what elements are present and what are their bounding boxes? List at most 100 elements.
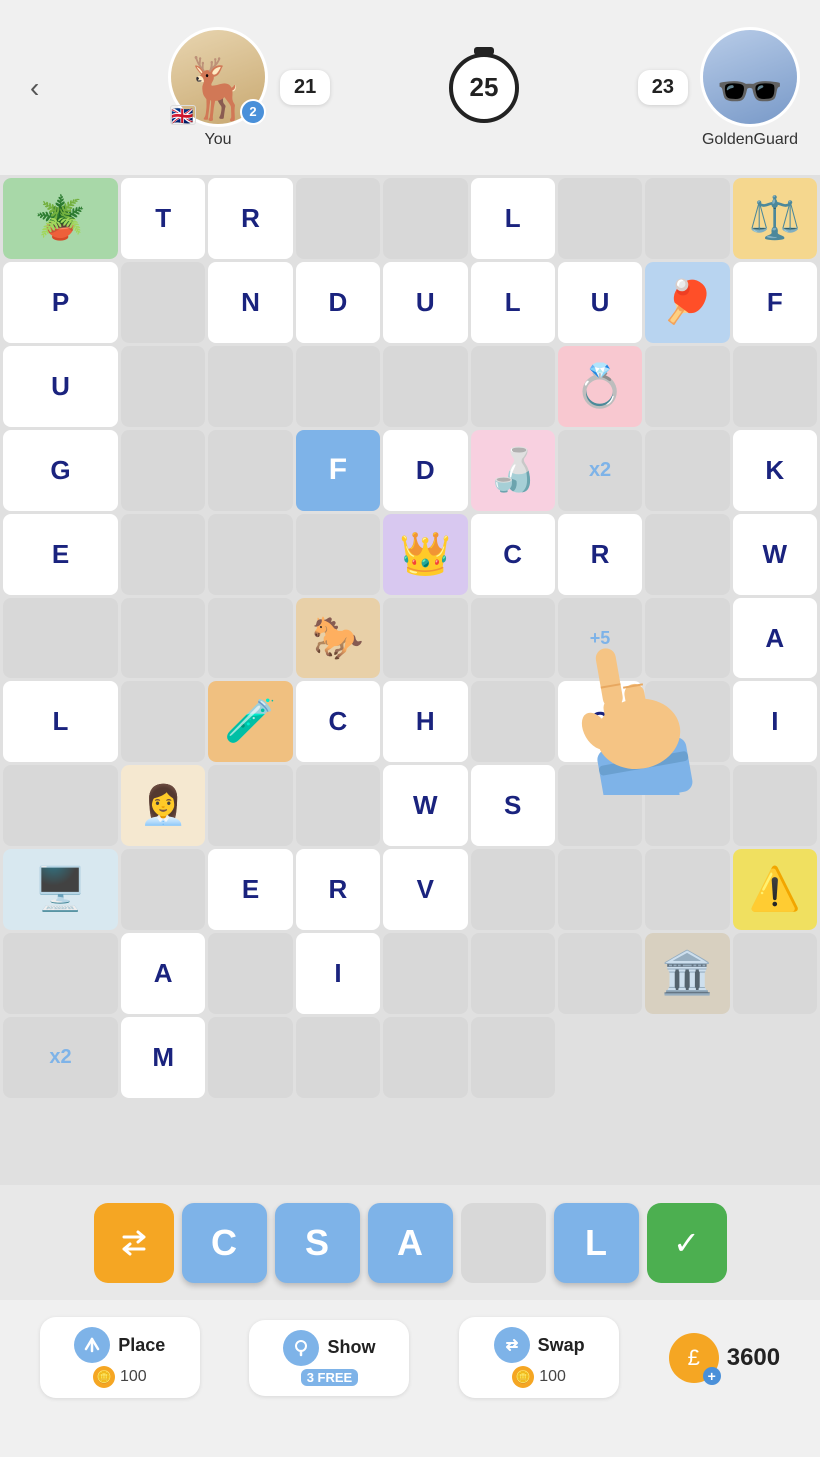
- cell-3-8[interactable]: [471, 346, 555, 427]
- tray-slot-empty[interactable]: [461, 1203, 546, 1283]
- cell-4-5[interactable]: [121, 430, 205, 511]
- cell-10-7[interactable]: [558, 849, 642, 930]
- cell-6-2[interactable]: C: [471, 514, 555, 595]
- cell-3-6[interactable]: [296, 346, 380, 427]
- cell-1-5[interactable]: [383, 178, 467, 259]
- cell-5-6[interactable]: [121, 514, 205, 595]
- cell-2-7[interactable]: L: [471, 262, 555, 343]
- cell-11-3[interactable]: A: [121, 933, 205, 1014]
- cell-8-5[interactable]: O: [558, 681, 642, 762]
- cell-12-2[interactable]: [733, 933, 817, 1014]
- cell-3-7[interactable]: [383, 346, 467, 427]
- tray-letter-a[interactable]: A: [368, 1203, 453, 1283]
- cell-12-5[interactable]: [208, 1017, 292, 1098]
- cell-4-2[interactable]: [645, 346, 729, 427]
- cell-6-6[interactable]: [3, 598, 118, 679]
- cell-8-8[interactable]: [3, 765, 118, 846]
- cell-5-8[interactable]: [296, 514, 380, 595]
- cell-7-7[interactable]: L: [3, 681, 118, 762]
- cell-2-2[interactable]: P: [3, 262, 118, 343]
- cell-4-3[interactable]: [733, 346, 817, 427]
- cell-4-6[interactable]: [208, 430, 292, 511]
- cell-10-5[interactable]: V: [383, 849, 467, 930]
- cell-8-7[interactable]: I: [733, 681, 817, 762]
- cell-11-4[interactable]: [208, 933, 292, 1014]
- cell-1-3[interactable]: R: [208, 178, 292, 259]
- cell-12-7[interactable]: [383, 1017, 467, 1098]
- cell-12-3: x2: [3, 1017, 118, 1098]
- cell-9-7[interactable]: [645, 765, 729, 846]
- place-button[interactable]: Place 🪙 100: [40, 1317, 200, 1398]
- cell-10-6[interactable]: [471, 849, 555, 930]
- cell-7-6[interactable]: A: [733, 598, 817, 679]
- cell-4-8[interactable]: D: [383, 430, 467, 511]
- cell-9-2[interactable]: [208, 765, 292, 846]
- cell-4-4[interactable]: G: [3, 430, 118, 511]
- cell-9-6[interactable]: [558, 765, 642, 846]
- cell-2-6[interactable]: U: [383, 262, 467, 343]
- cell-9-8[interactable]: [733, 765, 817, 846]
- swap-tray-button[interactable]: [94, 1203, 174, 1283]
- cell-6-3[interactable]: R: [558, 514, 642, 595]
- cell-9-5[interactable]: S: [471, 765, 555, 846]
- cell-5-7[interactable]: [208, 514, 292, 595]
- cell-2-4[interactable]: N: [208, 262, 292, 343]
- cell-10-2[interactable]: [121, 849, 205, 930]
- cell-7-2[interactable]: [383, 598, 467, 679]
- swap-label: Swap: [538, 1335, 585, 1356]
- place-icon: [74, 1327, 110, 1363]
- cell-1-7[interactable]: [558, 178, 642, 259]
- cell-3-2[interactable]: F: [733, 262, 817, 343]
- cell-12-6[interactable]: [296, 1017, 380, 1098]
- cell-5-5[interactable]: E: [3, 514, 118, 595]
- show-button[interactable]: Show 3 FREE: [249, 1320, 409, 1396]
- cell-8-6[interactable]: [645, 681, 729, 762]
- cell-8-4[interactable]: [471, 681, 555, 762]
- cell-11-8[interactable]: [558, 933, 642, 1014]
- cell-3-5[interactable]: [208, 346, 292, 427]
- coin-total-icon[interactable]: £ +: [669, 1333, 719, 1383]
- cell-7-5[interactable]: [645, 598, 729, 679]
- cell-12-8[interactable]: [471, 1017, 555, 1098]
- cell-10-3[interactable]: E: [208, 849, 292, 930]
- add-coins-button[interactable]: +: [703, 1367, 721, 1385]
- cell-9-3[interactable]: [296, 765, 380, 846]
- clue-image-5: 🍶: [471, 430, 555, 511]
- cell-9-4[interactable]: W: [383, 765, 467, 846]
- cell-11-7[interactable]: [471, 933, 555, 1014]
- cell-10-4[interactable]: R: [296, 849, 380, 930]
- cell-6-5[interactable]: W: [733, 514, 817, 595]
- cell-4-7-blue[interactable]: F: [296, 430, 380, 511]
- cell-6-7[interactable]: [121, 598, 205, 679]
- cell-11-6[interactable]: [383, 933, 467, 1014]
- cell-5-4[interactable]: K: [733, 430, 817, 511]
- cell-11-2[interactable]: [3, 933, 118, 1014]
- cell-1-4[interactable]: [296, 178, 380, 259]
- confirm-button[interactable]: ✓: [647, 1203, 727, 1283]
- cell-2-5[interactable]: D: [296, 262, 380, 343]
- cell-6-4[interactable]: [645, 514, 729, 595]
- clue-image-12: 🏛️: [645, 933, 729, 1014]
- cell-5-3[interactable]: [645, 430, 729, 511]
- cell-6-8[interactable]: [208, 598, 292, 679]
- cell-1-6[interactable]: L: [471, 178, 555, 259]
- cell-7-3[interactable]: [471, 598, 555, 679]
- cell-8-2[interactable]: C: [296, 681, 380, 762]
- cell-7-8[interactable]: [121, 681, 205, 762]
- cell-12-4[interactable]: M: [121, 1017, 205, 1098]
- timer: 25: [449, 53, 519, 123]
- cell-2-8[interactable]: U: [558, 262, 642, 343]
- cell-1-8[interactable]: [645, 178, 729, 259]
- cell-3-4[interactable]: [121, 346, 205, 427]
- cell-10-8[interactable]: [645, 849, 729, 930]
- back-button[interactable]: ‹: [20, 67, 49, 109]
- cell-3-3[interactable]: U: [3, 346, 118, 427]
- tray-letter-s[interactable]: S: [275, 1203, 360, 1283]
- cell-2-3[interactable]: [121, 262, 205, 343]
- cell-1-2[interactable]: T: [121, 178, 205, 259]
- tray-letter-l[interactable]: L: [554, 1203, 639, 1283]
- swap-button[interactable]: Swap 🪙 100: [459, 1317, 619, 1398]
- cell-8-3[interactable]: H: [383, 681, 467, 762]
- cell-11-5[interactable]: I: [296, 933, 380, 1014]
- tray-letter-c[interactable]: C: [182, 1203, 267, 1283]
